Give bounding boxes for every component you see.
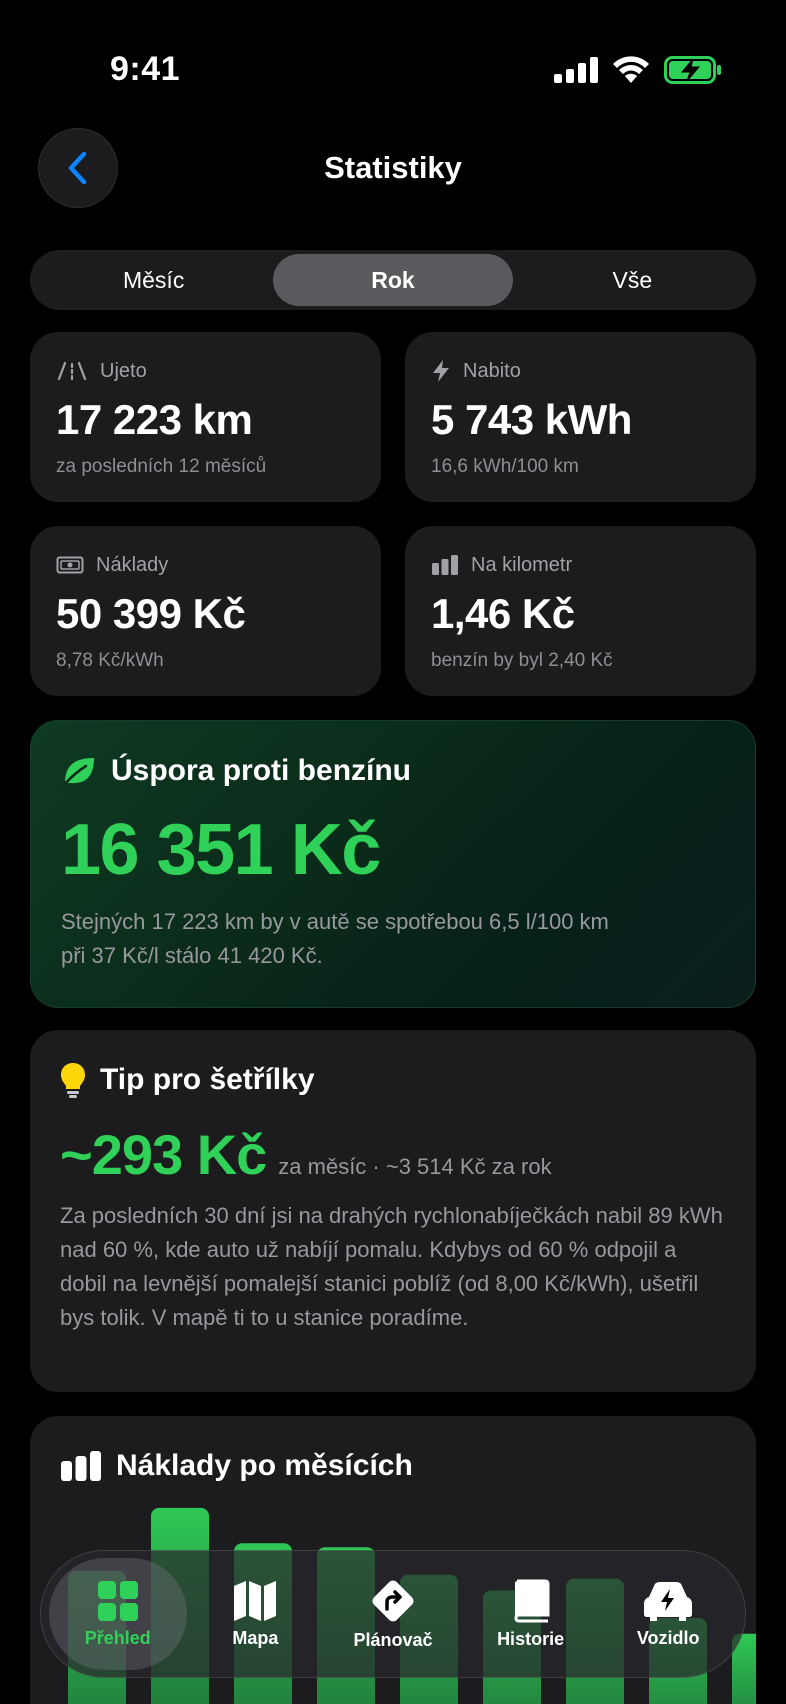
navigation-bar: Statistiky [0, 120, 786, 220]
signal-icon [554, 57, 598, 83]
tab-planner[interactable]: Plánovač [324, 1558, 462, 1670]
banknote-icon [56, 556, 84, 574]
savings-title: Úspora proti benzínu [111, 754, 411, 787]
chart-title: Náklady po měsících [116, 1449, 413, 1482]
status-icons [554, 56, 722, 84]
tab-label: Mapa [232, 1627, 279, 1648]
period-segmented-control: Měsíc Rok Vše [30, 250, 756, 310]
tab-label: Historie [497, 1628, 565, 1649]
segment-year[interactable]: Rok [273, 254, 513, 306]
tip-suffix: za měsíc · ~3 514 Kč za rok [278, 1154, 552, 1179]
stat-value: 50 399 Kč [56, 590, 246, 637]
savings-card: Úspora proti benzínu 16 351 Kč Stejných … [30, 720, 756, 1008]
bar-chart-icon [61, 1451, 101, 1481]
stat-value: 1,46 Kč [431, 590, 575, 637]
stat-card-distance: Ujeto 17 223 km za posledních 12 měsíců [30, 332, 381, 502]
savings-description: Stejných 17 223 km by v autě se spotřebo… [61, 909, 609, 968]
stat-value: 5 743 kWh [431, 396, 632, 443]
stat-subtitle: za posledních 12 měsíců [56, 456, 267, 477]
stat-label: Náklady [96, 553, 169, 576]
stat-card-per-km: Na kilometr 1,46 Kč benzín by byl 2,40 K… [405, 526, 756, 696]
tip-title: Tip pro šetřílky [100, 1063, 315, 1096]
segment-all[interactable]: Vše [513, 254, 752, 306]
status-bar: 9:41 [0, 0, 786, 110]
stat-subtitle: 16,6 kWh/100 km [431, 456, 579, 477]
bar-chart-icon [432, 555, 458, 575]
tab-history[interactable]: Historie [462, 1558, 600, 1670]
stat-subtitle: 8,78 Kč/kWh [56, 650, 164, 671]
stat-subtitle: benzín by byl 2,40 Kč [431, 650, 613, 671]
grid-icon [97, 1580, 138, 1621]
savings-value: 16 351 Kč [61, 810, 381, 890]
tab-map[interactable]: Mapa [187, 1558, 325, 1670]
road-icon [57, 361, 87, 381]
segment-month[interactable]: Měsíc [34, 254, 273, 306]
stat-label: Na kilometr [471, 553, 573, 576]
stat-card-charged: Nabito 5 743 kWh 16,6 kWh/100 km [405, 332, 756, 502]
stat-label: Nabito [463, 359, 521, 382]
route-icon [372, 1579, 414, 1622]
tab-bar: Přehled Mapa Plánovač Historie Vozidlo [40, 1550, 746, 1678]
tip-card: Tip pro šetřílky ~293 Kč za měsíc · ~3 5… [30, 1030, 756, 1392]
tab-label: Přehled [84, 1627, 151, 1648]
leaf-icon [62, 758, 94, 787]
tab-vehicle[interactable]: Vozidlo [599, 1558, 737, 1670]
stat-value: 17 223 km [56, 396, 253, 443]
lightbulb-icon [61, 1063, 85, 1098]
car-icon [644, 1581, 693, 1621]
bolt-icon [433, 360, 449, 382]
map-icon [234, 1580, 277, 1621]
tip-description: Za posledních 30 dní jsi na drahých rych… [60, 1203, 723, 1330]
status-time: 9:41 [110, 50, 181, 88]
stat-card-costs: Náklady 50 399 Kč 8,78 Kč/kWh [30, 526, 381, 696]
tab-overview[interactable]: Přehled [49, 1558, 187, 1670]
stat-label: Ujeto [100, 359, 147, 382]
wifi-icon [613, 56, 649, 83]
page-title: Statistiky [324, 150, 462, 185]
battery-charging-icon [664, 56, 721, 84]
book-icon [514, 1579, 550, 1622]
tab-label: Plánovač [353, 1629, 433, 1650]
tab-label: Vozidlo [636, 1627, 700, 1648]
tip-value: ~293 Kč [60, 1123, 267, 1186]
